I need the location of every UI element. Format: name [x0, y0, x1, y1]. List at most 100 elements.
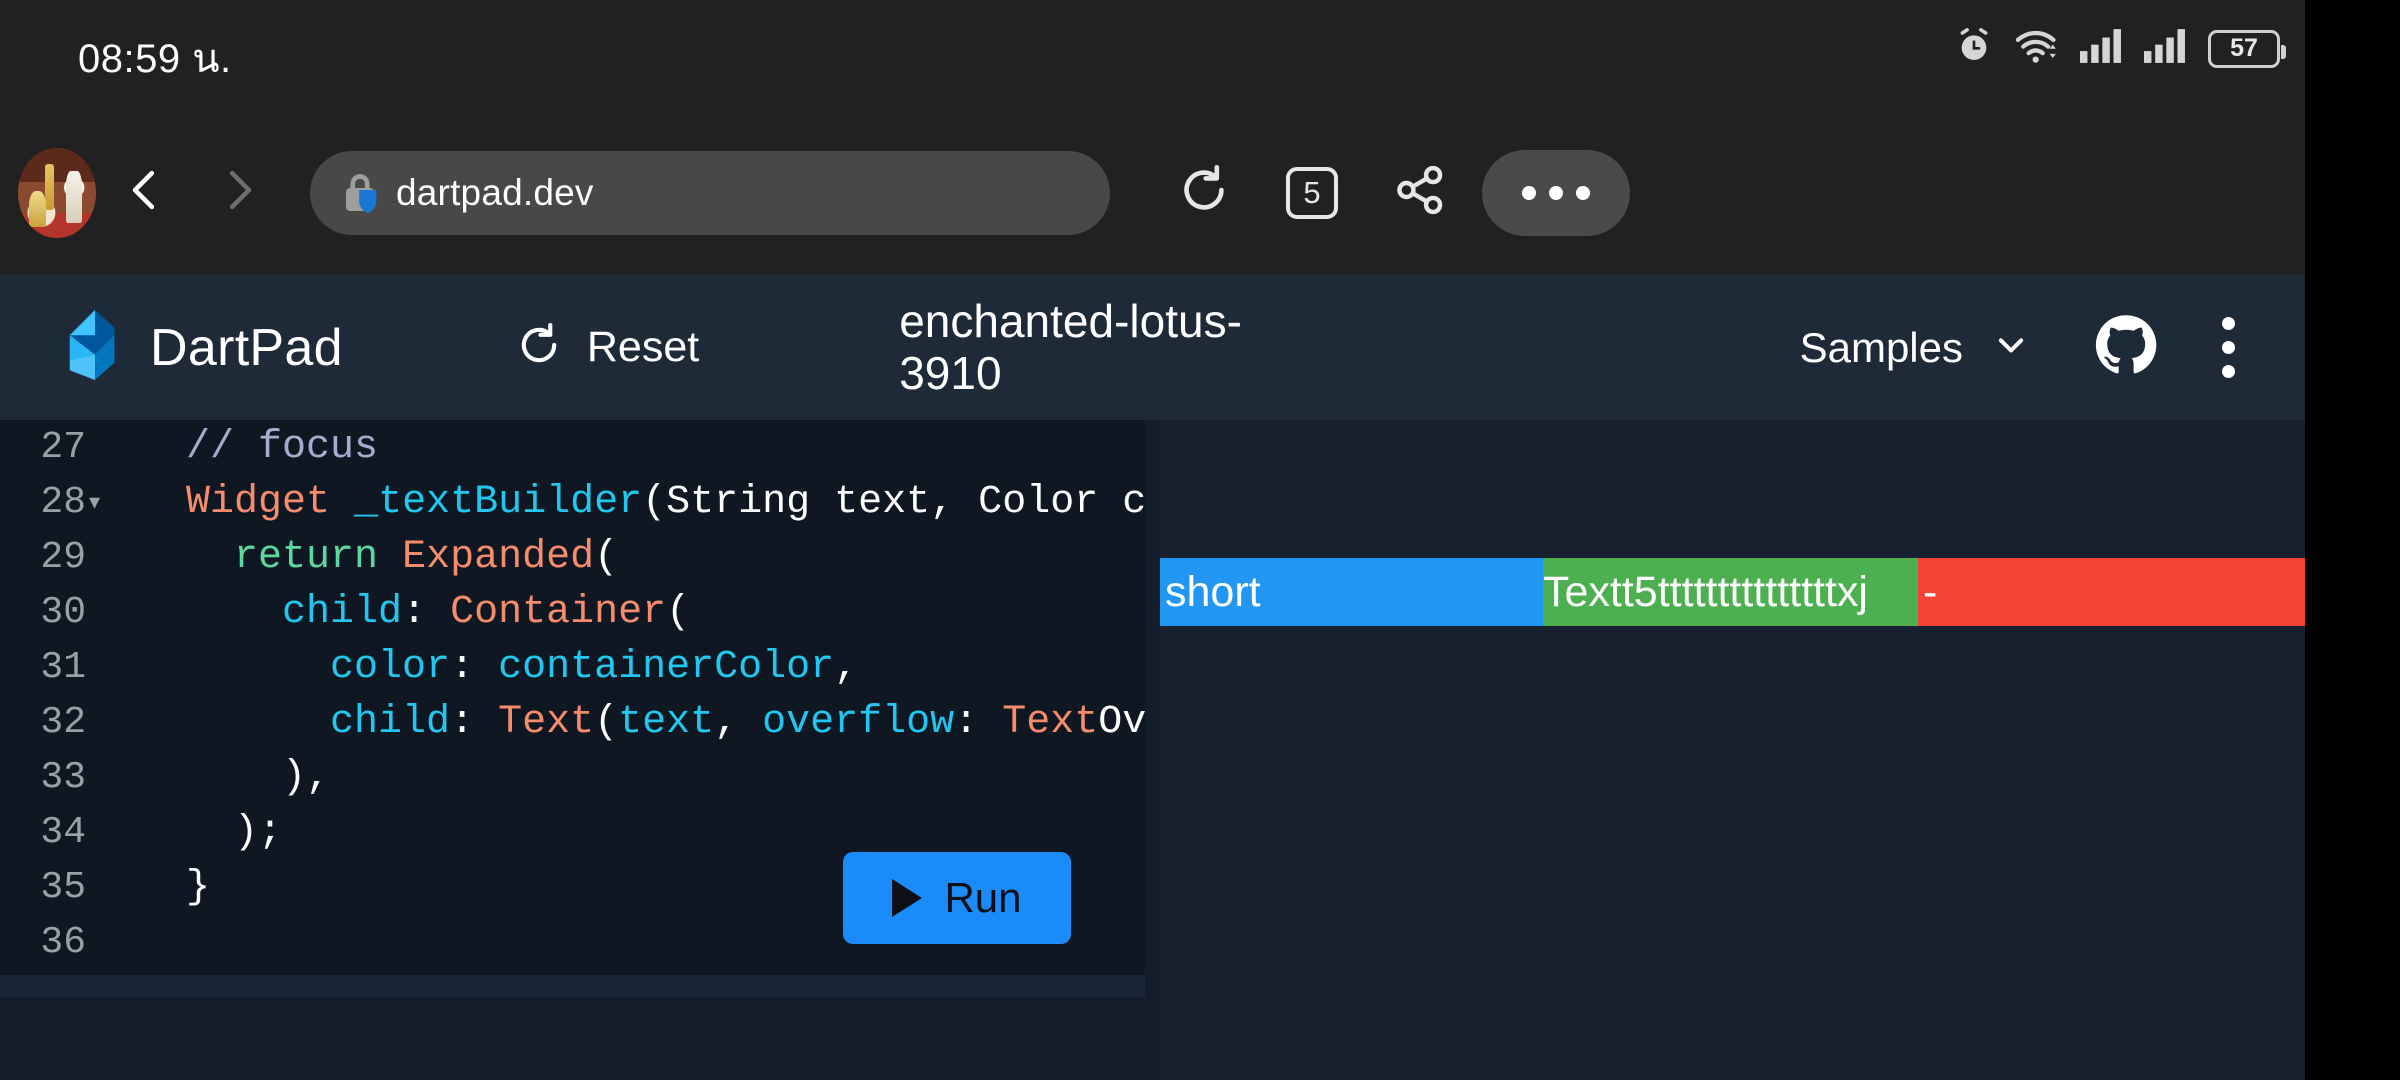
code-token: child	[330, 700, 451, 745]
preview-pane: short Textt5tttttttttttttttxj -	[1160, 420, 2305, 1080]
forward-button[interactable]	[192, 145, 288, 241]
code-token: text	[618, 700, 715, 745]
code-line[interactable]: 27 // focus	[0, 420, 1145, 475]
wifi-icon	[2014, 26, 2060, 71]
code-token: ),	[138, 755, 331, 800]
code-token: Text	[498, 700, 595, 745]
browser-menu-button[interactable]	[1482, 149, 1630, 236]
signal-icon	[2144, 28, 2188, 69]
preview-box-blue: short	[1160, 558, 1543, 626]
line-number: 33	[40, 756, 86, 799]
run-button[interactable]: Run	[843, 852, 1071, 944]
code-token: return	[234, 535, 379, 580]
code-token: _textBuilder	[354, 480, 643, 525]
code-line[interactable]: 33 ),	[0, 750, 1145, 805]
reload-button[interactable]	[1150, 145, 1258, 241]
preview-box-label: -	[1923, 567, 1938, 616]
code-token: Overflow.ellipsis	[1098, 700, 1145, 745]
line-number: 30	[40, 591, 86, 634]
battery-icon: 57	[2208, 29, 2286, 68]
editor-bottom-divider	[0, 975, 1145, 997]
line-number: 34	[40, 811, 86, 854]
back-button[interactable]	[96, 145, 192, 241]
play-icon	[892, 879, 923, 917]
code-token: Widget	[186, 480, 331, 525]
preview-box-green: Textt5tttttttttttttttxj	[1543, 558, 1918, 626]
samples-dropdown[interactable]: Samples	[1800, 323, 2033, 372]
chevron-down-icon	[1989, 323, 2033, 372]
app-overflow-menu-button[interactable]	[2185, 317, 2271, 378]
share-button[interactable]	[1366, 145, 1474, 241]
code-text: color: containerColor,	[110, 645, 858, 690]
more-vertical-icon	[2221, 341, 2235, 354]
code-token: :	[450, 645, 499, 690]
more-vertical-icon	[2221, 317, 2235, 330]
brand-label: DartPad	[150, 318, 343, 377]
code-token: :	[402, 590, 451, 635]
github-icon	[2093, 315, 2159, 382]
preview-box-label: Textt5tttttttttttttttxj	[1543, 567, 1868, 616]
more-horizontal-icon	[1576, 185, 1590, 200]
lock-icon	[338, 169, 384, 217]
code-line[interactable]: 32 child: Text(text, overflow: TextOverf…	[0, 695, 1145, 750]
chevron-right-icon	[213, 163, 267, 222]
project-name[interactable]: enchanted-lotus-3910	[899, 295, 1329, 399]
samples-label: Samples	[1799, 323, 1963, 371]
line-number: 31	[40, 646, 86, 689]
browser-toolbar: dartpad.dev 5	[0, 110, 2305, 275]
code-line[interactable]: 28 ▾ Widget _textBuilder(String text, Col…	[0, 475, 1145, 530]
code-token: :	[450, 700, 499, 745]
preview-row: short Textt5tttttttttttttttxj -	[1160, 558, 2305, 626]
code-text: return Expanded(	[110, 535, 618, 580]
dartpad-app: DartPad Reset enchanted-lotus-3910 Sampl…	[0, 275, 2305, 1080]
status-icons: 57	[1954, 26, 2286, 71]
code-token: Text	[1002, 700, 1099, 745]
preview-box-red: -	[1918, 558, 2305, 626]
code-text: );	[110, 810, 282, 855]
code-token: (	[594, 700, 619, 745]
code-line[interactable]: 30 child: Container(	[0, 585, 1145, 640]
code-text: child: Text(text, overflow: TextOverflow…	[110, 700, 1145, 745]
code-token: Container	[450, 590, 667, 635]
code-text: // focus	[110, 425, 378, 470]
line-number: 35	[40, 866, 86, 909]
code-token: ,	[834, 645, 859, 690]
code-token: text, Color containerColor	[834, 480, 1145, 525]
url-text: dartpad.dev	[396, 171, 594, 213]
workspace: 27 // focus 28 ▾ Widget _textBuilder(Strin…	[0, 420, 2305, 1080]
screen: 08:59 น. 57 dartpad.dev 5 DartPad Reset …	[0, 0, 2400, 1080]
reset-button[interactable]: Reset	[513, 319, 699, 376]
line-number: 27	[40, 426, 86, 469]
line-number: 36	[40, 921, 86, 964]
tab-switcher-button[interactable]: 5	[1258, 145, 1366, 241]
code-token: );	[138, 810, 283, 855]
reset-label: Reset	[586, 323, 700, 371]
code-token: (	[666, 590, 691, 635]
code-text: child: Container(	[110, 590, 690, 635]
header-actions: Samples	[1800, 312, 2305, 383]
dartpad-brand[interactable]: DartPad	[62, 308, 343, 387]
code-line[interactable]: 31 color: containerColor,	[0, 640, 1145, 695]
alarm-icon	[1954, 26, 1994, 71]
app-header: DartPad Reset enchanted-lotus-3910 Sampl…	[0, 275, 2305, 420]
code-token: ,	[714, 700, 763, 745]
url-bar[interactable]: dartpad.dev	[310, 150, 1110, 235]
github-button[interactable]	[2093, 312, 2159, 383]
run-label: Run	[944, 874, 1022, 921]
fold-arrow-icon[interactable]: ▾	[86, 490, 110, 516]
preview-box-label: short	[1165, 567, 1261, 616]
line-number: 32	[40, 701, 86, 744]
dartpad-logo-icon	[62, 308, 128, 387]
battery-level: 57	[2230, 34, 2258, 62]
code-line[interactable]: 29 return Expanded(	[0, 530, 1145, 585]
code-token: overflow	[762, 700, 955, 745]
more-horizontal-icon	[1522, 185, 1536, 200]
signal-icon	[2080, 28, 2124, 69]
avatar[interactable]	[18, 147, 96, 238]
